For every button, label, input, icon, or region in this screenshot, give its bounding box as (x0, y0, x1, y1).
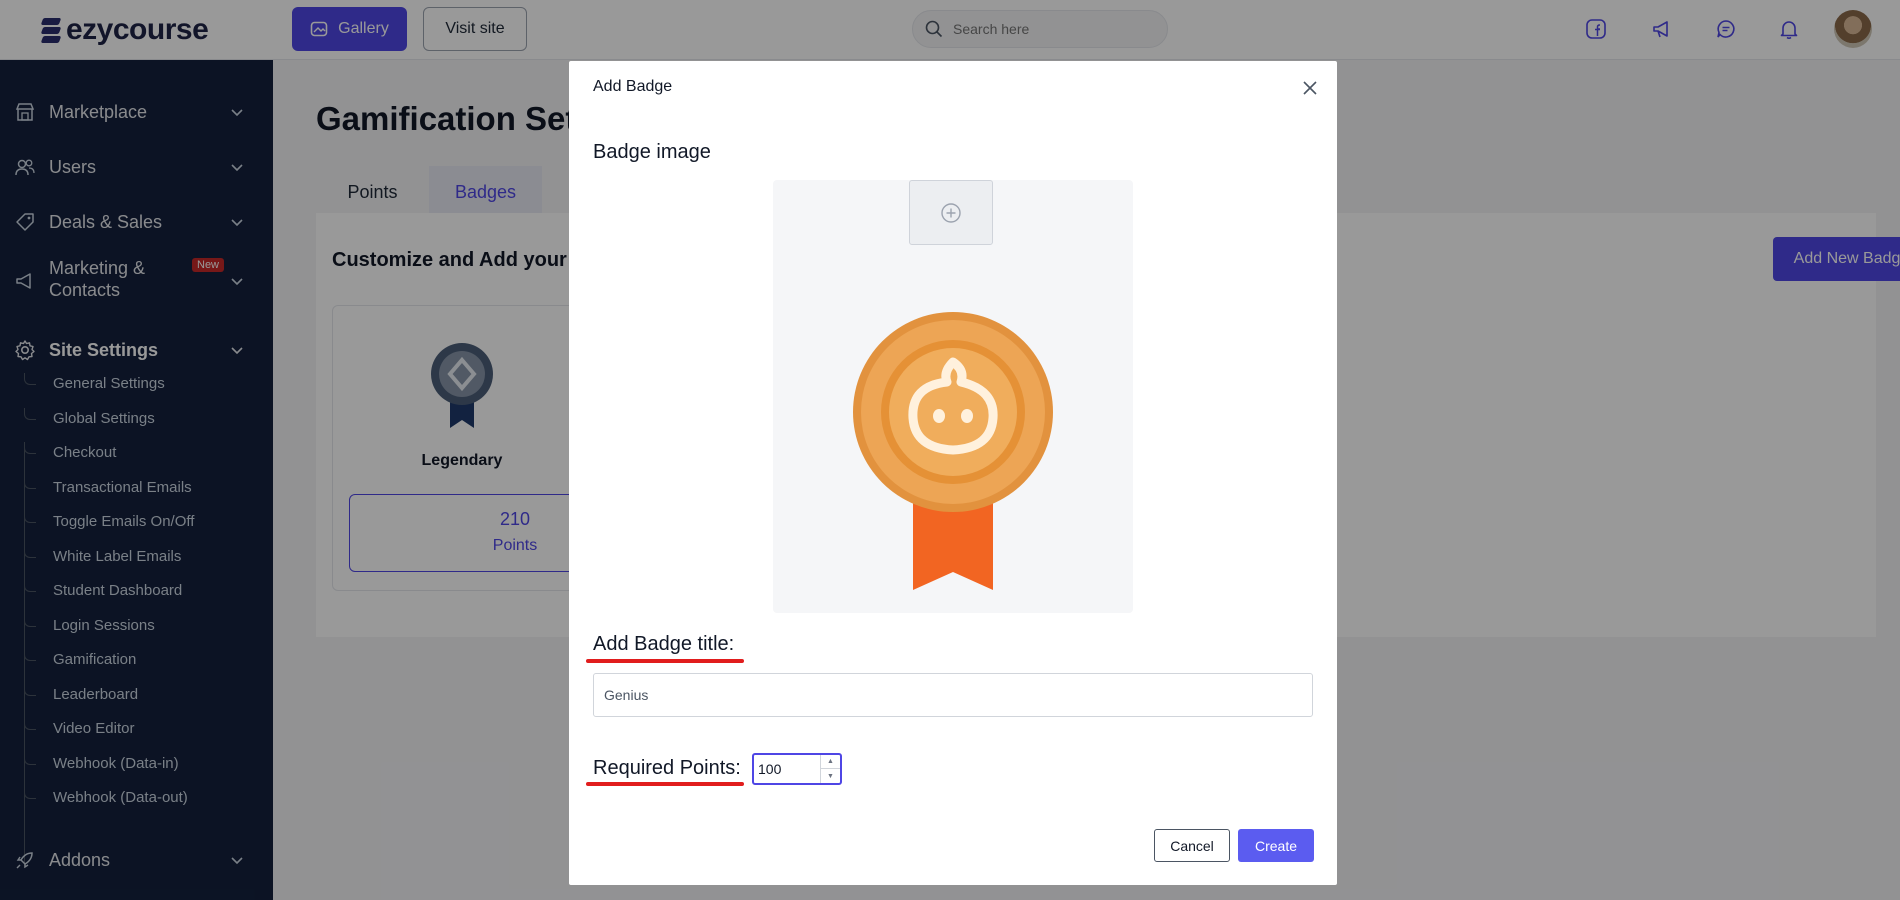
modal-title: Add Badge (593, 78, 673, 95)
required-points-input[interactable] (758, 758, 818, 780)
stepper-arrows[interactable]: ▲ ▼ (820, 755, 840, 783)
badge-title-input[interactable] (593, 673, 1313, 717)
required-points-stepper[interactable]: ▲ ▼ (752, 753, 842, 785)
badge-image-preview (773, 180, 1133, 613)
badge-title-label: Add Badge title: (593, 633, 735, 655)
create-button[interactable]: Create (1238, 829, 1314, 862)
upload-image-button[interactable] (909, 180, 993, 245)
highlight-underline (586, 782, 744, 786)
required-points-label: Required Points: (593, 757, 741, 779)
add-badge-modal: Add Badge Badge image Add Badge title: R… (569, 61, 1337, 885)
plus-circle-icon (941, 202, 961, 223)
bronze-medal-icon (853, 312, 1053, 590)
badge-image-label: Badge image (593, 141, 711, 163)
stepper-down-icon[interactable]: ▼ (821, 769, 840, 783)
close-icon[interactable] (1301, 79, 1319, 97)
stepper-up-icon[interactable]: ▲ (821, 755, 840, 769)
cancel-button[interactable]: Cancel (1154, 829, 1230, 862)
highlight-underline (586, 659, 744, 663)
